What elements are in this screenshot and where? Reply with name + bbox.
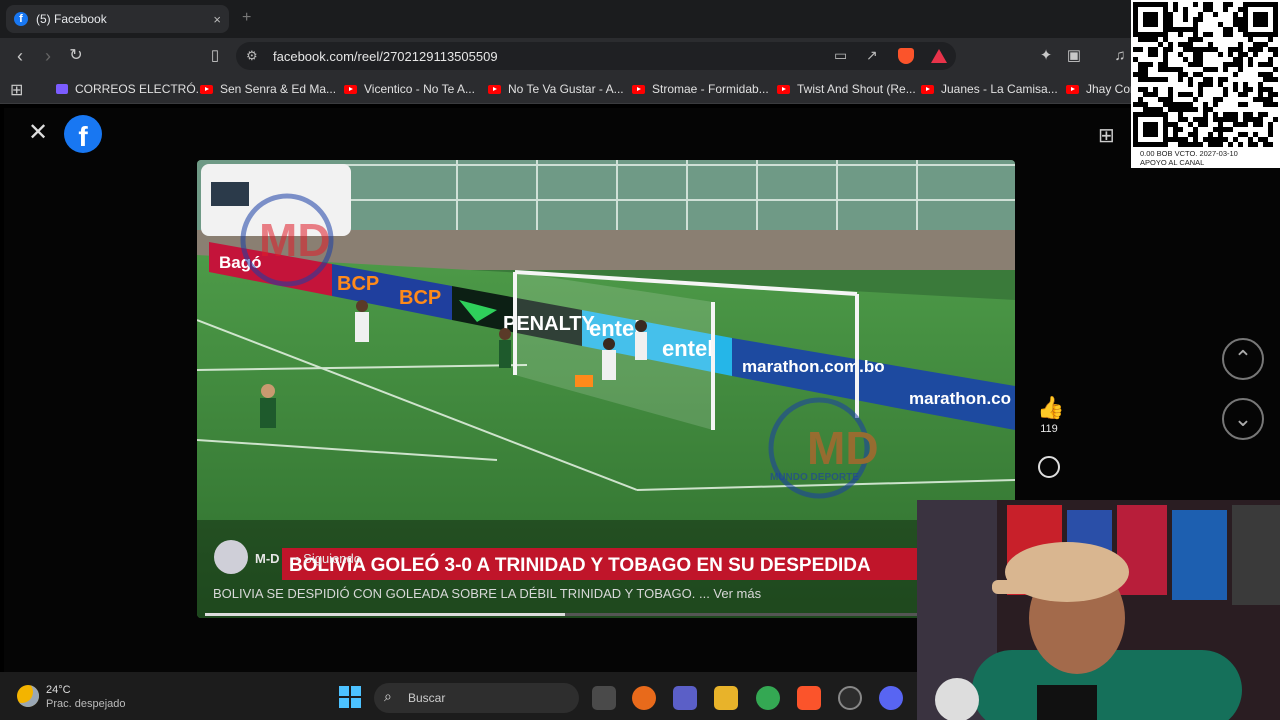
follow-status[interactable]: • Siguiendo (295, 551, 361, 566)
youtube-icon (632, 84, 645, 94)
ad-text-marathon: marathon.com.bo (742, 357, 885, 376)
search-icon: ⌕ (384, 688, 392, 704)
bookmarks-bar: ⊞ CORREOS ELECTRÓ... Sen Senra & Ed Ma..… (0, 74, 1280, 104)
back-icon[interactable]: ‹ (8, 44, 32, 68)
reload-icon[interactable]: ↻ (64, 44, 88, 68)
bookmark-item[interactable]: Jhay Cort (1066, 82, 1137, 96)
video-frame: Bagó BCP BCP PENALTY entel entel maratho… (197, 160, 1015, 618)
author-avatar[interactable] (214, 540, 248, 574)
bookmark-item[interactable]: No Te Va Gustar - A... (488, 82, 624, 96)
brave-shields-icon[interactable] (898, 48, 914, 64)
apps-grid-icon[interactable]: ⊞ (10, 80, 23, 100)
weather-description[interactable]: Prac. despejado (46, 698, 126, 710)
browser-tab-facebook[interactable]: f (5) Facebook × (6, 5, 229, 33)
tab-title: (5) Facebook (36, 12, 107, 26)
share-icon[interactable]: ↗ (866, 47, 878, 64)
qr-caption-text: APOYO AL CANAL (1140, 158, 1205, 167)
donation-qr-overlay: 0.00 BOB VCTO. 2027-03-10 APOYO AL CANAL (1131, 0, 1280, 168)
address-bar[interactable]: ⚙ facebook.com/reel/2702129113505509 ▭ ↗ (236, 42, 956, 70)
bookmark-item[interactable]: Sen Senra & Ed Ma... (200, 82, 336, 96)
reel-caption[interactable]: BOLIVIA SE DESPIDIÓ CON GOLEADA SOBRE LA… (213, 586, 762, 601)
chevron-up-icon: ⌃ (1233, 346, 1253, 371)
discord-icon[interactable] (879, 686, 903, 710)
task-view-icon[interactable] (592, 686, 616, 710)
next-reel-button[interactable]: ⌄ (1222, 398, 1264, 440)
like-icon[interactable]: 👍 (1037, 395, 1064, 421)
webcam-overlay (917, 500, 1280, 720)
new-tab-icon[interactable]: + (242, 9, 251, 27)
youtube-icon (1066, 84, 1079, 94)
media-icon[interactable]: ♫ (1108, 44, 1132, 68)
windows-start-icon[interactable] (339, 686, 361, 708)
folder-icon (56, 84, 68, 94)
tab-close-icon[interactable]: × (213, 12, 221, 27)
youtube-icon (488, 84, 501, 94)
sidebar-icon[interactable]: ▣ (1062, 44, 1086, 68)
bookmark-item[interactable]: Juanes - La Camisa... (921, 82, 1058, 96)
tab-bar: f (5) Facebook × + (0, 0, 1280, 38)
ad-text-bcp-2: BCP (399, 287, 441, 309)
close-viewer-icon[interactable]: ✕ (28, 118, 48, 147)
like-count: 119 (1040, 423, 1058, 435)
url-text[interactable]: facebook.com/reel/2702129113505509 (273, 49, 498, 64)
firefox-icon[interactable] (632, 686, 656, 710)
file-explorer-icon[interactable] (714, 686, 738, 710)
bookmark-item[interactable]: Twist And Shout (Re... (777, 82, 916, 96)
brave-rewards-icon[interactable] (931, 49, 947, 63)
chrome-icon[interactable] (756, 686, 780, 710)
svg-text:MD: MD (259, 214, 331, 266)
comment-icon[interactable] (1038, 456, 1060, 478)
menu-grid-icon[interactable]: ⊞ (1098, 123, 1115, 148)
youtube-icon (777, 84, 790, 94)
chevron-down-icon: ⌄ (1233, 406, 1253, 431)
weather-temperature[interactable]: 24°C (46, 684, 71, 696)
ad-text-marathon-2: marathon.co (909, 389, 1011, 408)
facebook-favicon-icon: f (14, 12, 28, 26)
brave-icon[interactable] (797, 686, 821, 710)
cast-icon[interactable]: ▭ (834, 47, 847, 64)
obs-icon[interactable] (838, 686, 862, 710)
bookmark-item[interactable]: CORREOS ELECTRÓ... (56, 82, 206, 96)
progress-fill (205, 613, 565, 616)
taskbar-search[interactable]: ⌕ Buscar (374, 683, 579, 713)
previous-reel-button[interactable]: ⌃ (1222, 338, 1264, 380)
navigation-bar: ‹ › ↻ ▯ ⚙ facebook.com/reel/270212911350… (0, 38, 1280, 74)
weather-icon[interactable] (17, 685, 39, 707)
reel-video[interactable]: Bagó BCP BCP PENALTY entel entel maratho… (197, 160, 1015, 618)
qr-code-icon (1133, 2, 1278, 147)
bookmark-item[interactable]: Stromae - Formidab... (632, 82, 769, 96)
streamer-camera-feed (917, 500, 1280, 720)
youtube-icon (344, 84, 357, 94)
bookmark-icon[interactable]: ▯ (203, 44, 227, 68)
watermark-text: MUNDO DEPORTE (770, 472, 859, 483)
bookmark-item[interactable]: Vicentico - No Te A... (344, 82, 475, 96)
svg-text:MD: MD (807, 422, 879, 474)
qr-amount-text: 0.00 BOB VCTO. 2027-03-10 (1140, 149, 1238, 158)
search-placeholder: Buscar (408, 691, 446, 705)
ad-text-bcp: BCP (337, 273, 379, 295)
author-name[interactable]: M-D (255, 551, 280, 566)
site-info-icon[interactable]: ⚙ (246, 48, 258, 64)
headline-overlay: BOLIVIA GOLEÓ 3-0 A TRINIDAD Y TOBAGO EN… (289, 554, 871, 576)
youtube-icon (921, 84, 934, 94)
extensions-icon[interactable]: ✦ (1034, 44, 1058, 68)
youtube-icon (200, 84, 213, 94)
teams-icon[interactable] (673, 686, 697, 710)
facebook-logo-icon[interactable]: f (64, 115, 102, 153)
forward-icon[interactable]: › (36, 44, 60, 68)
